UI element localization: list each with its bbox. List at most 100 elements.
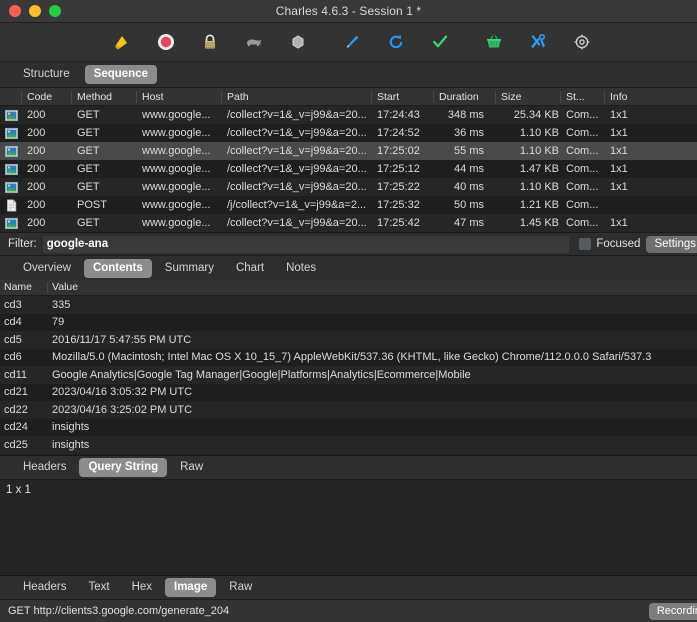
column-header-start[interactable]: Start	[372, 91, 434, 103]
tools-icon[interactable]	[516, 25, 560, 59]
edit-pen-icon[interactable]	[330, 25, 374, 59]
column-header-info[interactable]: Info	[605, 91, 685, 103]
request-row[interactable]: 200GETwww.google.../collect?v=1&_v=j99&a…	[0, 124, 697, 142]
tab-notes[interactable]: Notes	[277, 259, 325, 278]
throttle-lock-icon[interactable]	[188, 25, 232, 59]
request-row[interactable]: 200GETwww.google.../collect?v=1&_v=j99&a…	[0, 106, 697, 124]
nv-row[interactable]: cd6Mozilla/5.0 (Macintosh; Intel Mac OS …	[0, 349, 697, 367]
compose-hexagon-icon[interactable]	[276, 25, 320, 59]
request-info: 1x1	[605, 217, 685, 229]
nv-row[interactable]: cd52016/11/17 5:47:55 PM UTC	[0, 331, 697, 349]
nv-row-value: 2023/04/16 3:05:32 PM UTC	[48, 386, 697, 398]
tab-response-image[interactable]: Image	[165, 578, 216, 597]
nv-row[interactable]: cd11Google Analytics|Google Tag Manager|…	[0, 366, 697, 384]
tab-summary[interactable]: Summary	[156, 259, 223, 278]
nv-row-value: insights	[48, 439, 697, 451]
request-list[interactable]: Code Method Host Path Start Duration Siz…	[0, 87, 697, 232]
repeat-icon[interactable]	[374, 25, 418, 59]
tab-contents[interactable]: Contents	[84, 259, 152, 278]
request-row[interactable]: 200POSTwww.google.../j/collect?v=1&_v=j9…	[0, 196, 697, 214]
breakpoints-icon[interactable]	[232, 25, 276, 59]
request-size: 25.34 KB	[496, 109, 561, 121]
request-duration: 44 ms	[434, 163, 496, 175]
request-path: /collect?v=1&_v=j99&a=20...	[222, 127, 372, 139]
request-status: Com...	[561, 145, 605, 157]
tab-overview[interactable]: Overview	[14, 259, 80, 278]
nv-row[interactable]: cd25insights	[0, 436, 697, 454]
request-row[interactable]: 200GETwww.google.../collect?v=1&_v=j99&a…	[0, 214, 697, 232]
request-size: 1.10 KB	[496, 181, 561, 193]
tab-structure[interactable]: Structure	[14, 65, 79, 84]
status-url: GET http://clients3.google.com/generate_…	[8, 605, 229, 617]
request-size: 1.10 KB	[496, 145, 561, 157]
request-info: 1x1	[605, 127, 685, 139]
column-header-host[interactable]: Host	[137, 91, 222, 103]
tab-sequence[interactable]: Sequence	[85, 65, 157, 84]
request-path: /collect?v=1&_v=j99&a=20...	[222, 217, 372, 229]
request-duration: 40 ms	[434, 181, 496, 193]
record-icon[interactable]	[144, 25, 188, 59]
tab-response-hex[interactable]: Hex	[123, 578, 161, 597]
request-path: /collect?v=1&_v=j99&a=20...	[222, 181, 372, 193]
clear-session-icon[interactable]	[100, 25, 144, 59]
request-status: Com...	[561, 109, 605, 121]
tab-request-raw[interactable]: Raw	[171, 458, 212, 477]
request-path: /collect?v=1&_v=j99&a=20...	[222, 109, 372, 121]
request-status: Com...	[561, 181, 605, 193]
nv-row[interactable]: cd222023/04/16 3:25:02 PM UTC	[0, 401, 697, 419]
column-header-path[interactable]: Path	[222, 91, 372, 103]
request-path: /collect?v=1&_v=j99&a=20...	[222, 163, 372, 175]
validate-check-icon[interactable]	[418, 25, 462, 59]
column-header-code[interactable]: Code	[22, 91, 72, 103]
column-header-name[interactable]: Name	[0, 282, 48, 293]
focused-checkbox[interactable]	[579, 238, 591, 250]
query-string-table[interactable]: Name Value cd3335cd479cd52016/11/17 5:47…	[0, 280, 697, 455]
request-row[interactable]: 200GETwww.google.../collect?v=1&_v=j99&a…	[0, 160, 697, 178]
nv-row[interactable]: cd24insights	[0, 419, 697, 437]
nv-row-value: 79	[48, 316, 697, 328]
window-title: Charles 4.6.3 - Session 1 *	[0, 4, 697, 18]
minimize-window-button[interactable]	[29, 5, 41, 17]
tab-request-query-string[interactable]: Query String	[79, 458, 167, 477]
request-start: 17:24:43	[372, 109, 434, 121]
response-body-tab-bar: Headers Text Hex Image Raw	[0, 575, 697, 599]
filter-settings-button[interactable]: Settings	[646, 236, 697, 253]
title-bar: Charles 4.6.3 - Session 1 *	[0, 0, 697, 23]
column-header-method[interactable]: Method	[72, 91, 137, 103]
column-header-value[interactable]: Value	[48, 282, 697, 293]
request-start: 17:25:22	[372, 181, 434, 193]
nv-row[interactable]: cd212023/04/16 3:05:32 PM UTC	[0, 384, 697, 402]
zoom-window-button[interactable]	[49, 5, 61, 17]
request-start: 17:25:02	[372, 145, 434, 157]
filter-input[interactable]	[43, 236, 570, 253]
column-header-duration[interactable]: Duration	[434, 91, 496, 103]
request-row[interactable]: 200GETwww.google.../collect?v=1&_v=j99&a…	[0, 142, 697, 160]
nv-row[interactable]: cd479	[0, 314, 697, 332]
image-icon	[0, 181, 22, 194]
tab-response-headers[interactable]: Headers	[14, 578, 75, 597]
settings-gear-icon[interactable]	[560, 25, 604, 59]
tab-response-raw[interactable]: Raw	[220, 578, 261, 597]
column-header-status[interactable]: St...	[561, 91, 605, 103]
focused-label: Focused	[596, 238, 640, 250]
tab-response-text[interactable]: Text	[79, 578, 118, 597]
request-host: www.google...	[137, 145, 222, 157]
request-status: Com...	[561, 199, 605, 211]
close-window-button[interactable]	[9, 5, 21, 17]
nv-row-value: Google Analytics|Google Tag Manager|Goog…	[48, 369, 697, 381]
request-row[interactable]: 200GETwww.google.../collect?v=1&_v=j99&a…	[0, 178, 697, 196]
nv-row-name: cd6	[0, 351, 48, 363]
tab-request-headers[interactable]: Headers	[14, 458, 75, 477]
column-header-size[interactable]: Size	[496, 91, 561, 103]
tab-chart[interactable]: Chart	[227, 259, 273, 278]
nv-row-value: 2016/11/17 5:47:55 PM UTC	[48, 334, 697, 346]
request-code: 200	[22, 163, 72, 175]
request-size: 1.21 KB	[496, 199, 561, 211]
nv-row-value: insights	[48, 421, 697, 433]
main-toolbar	[0, 23, 697, 62]
focused-checkbox-group[interactable]: Focused	[579, 238, 640, 250]
basket-icon[interactable]	[472, 25, 516, 59]
recording-button[interactable]: Recording	[649, 603, 697, 620]
request-duration: 50 ms	[434, 199, 496, 211]
nv-row[interactable]: cd3335	[0, 296, 697, 314]
